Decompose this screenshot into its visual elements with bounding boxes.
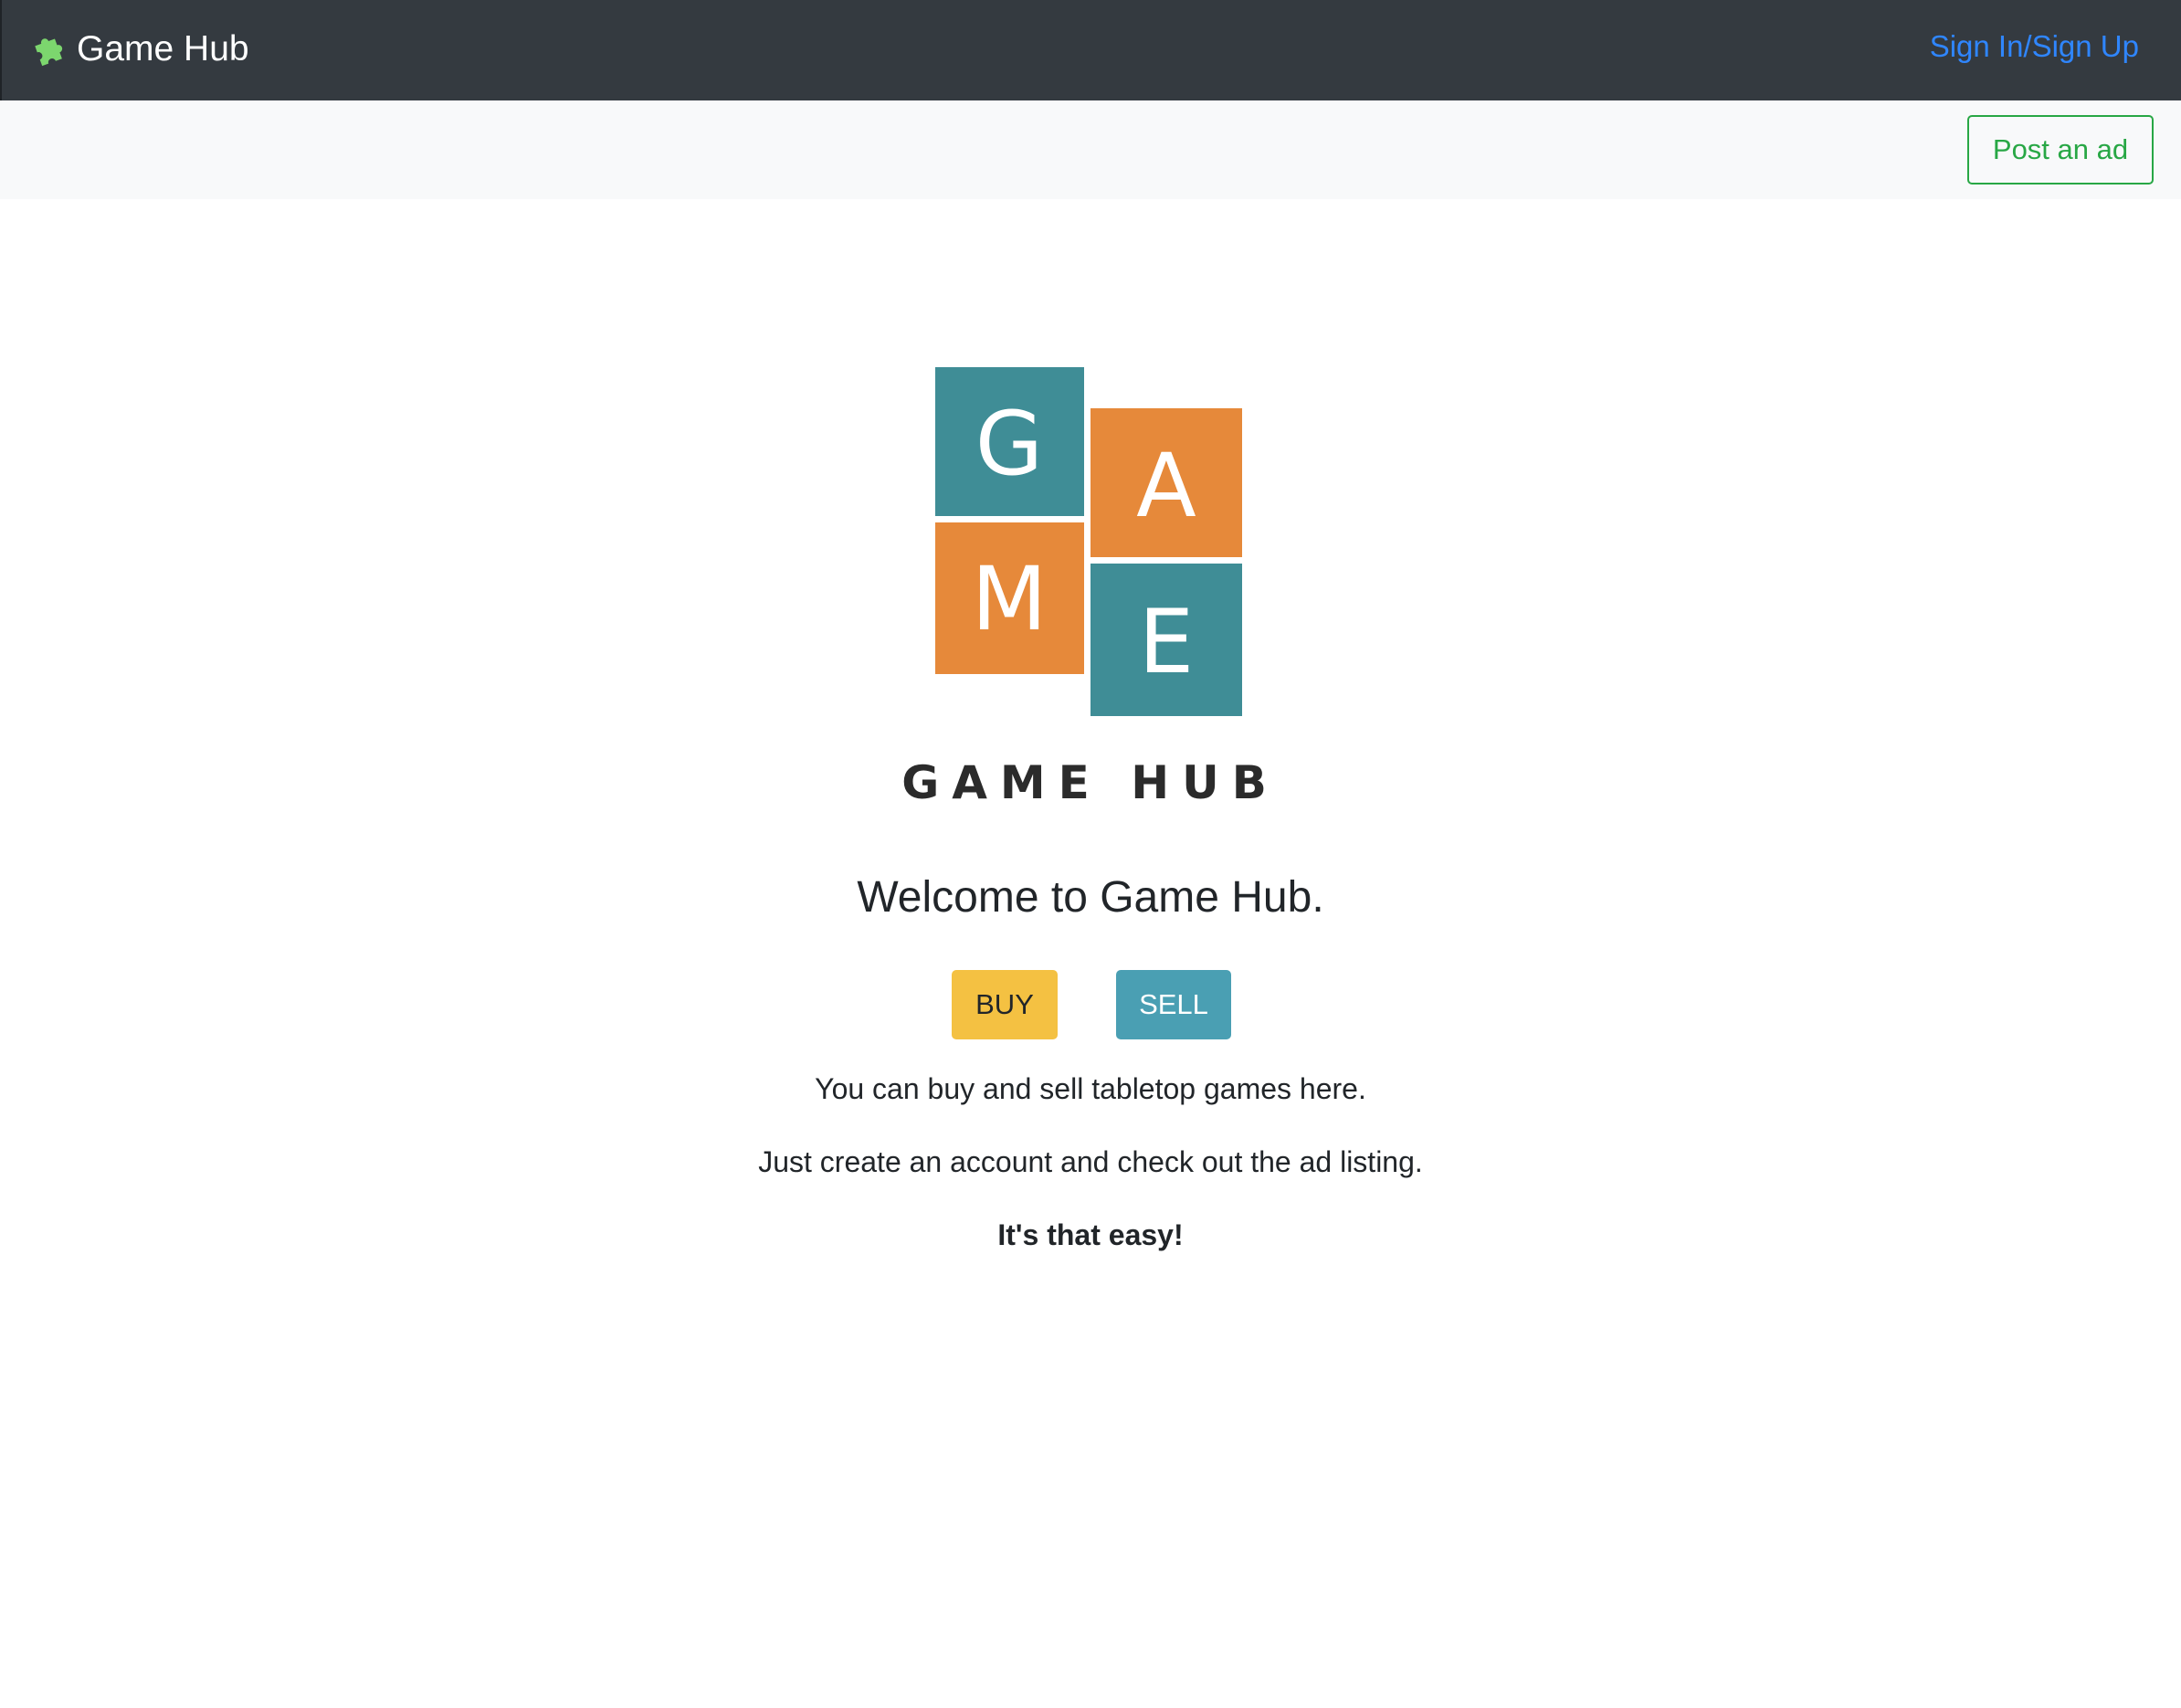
logo-letter: G: [975, 393, 1043, 495]
sell-button[interactable]: SELL: [1116, 970, 1231, 1039]
post-an-ad-button[interactable]: Post an ad: [1967, 115, 2154, 185]
intro-text: You can buy and sell tabletop games here…: [815, 1072, 1366, 1105]
logo-letter: E: [1139, 591, 1195, 693]
puzzle-piece-icon: [35, 38, 63, 67]
brand-link[interactable]: Game Hub: [29, 26, 249, 73]
instructions-text: Just create an account and check out the…: [758, 1145, 1423, 1178]
page-title: Welcome to Game Hub.: [857, 873, 1324, 922]
top-navbar: Game Hub Sign In/Sign Up: [0, 0, 2181, 100]
logo-wordmark: GAME HUB: [901, 756, 1280, 809]
logo-letter: A: [1136, 435, 1196, 537]
tagline-text: It's that easy!: [997, 1218, 1184, 1251]
logo-letter: M: [972, 548, 1048, 650]
brand-name: Game Hub: [77, 29, 249, 69]
buy-button[interactable]: BUY: [952, 970, 1058, 1039]
action-bar: Post an ad: [0, 100, 2181, 199]
sign-in-sign-up-link[interactable]: Sign In/Sign Up: [1930, 29, 2139, 64]
game-hub-logo: G A M E: [935, 367, 1242, 716]
